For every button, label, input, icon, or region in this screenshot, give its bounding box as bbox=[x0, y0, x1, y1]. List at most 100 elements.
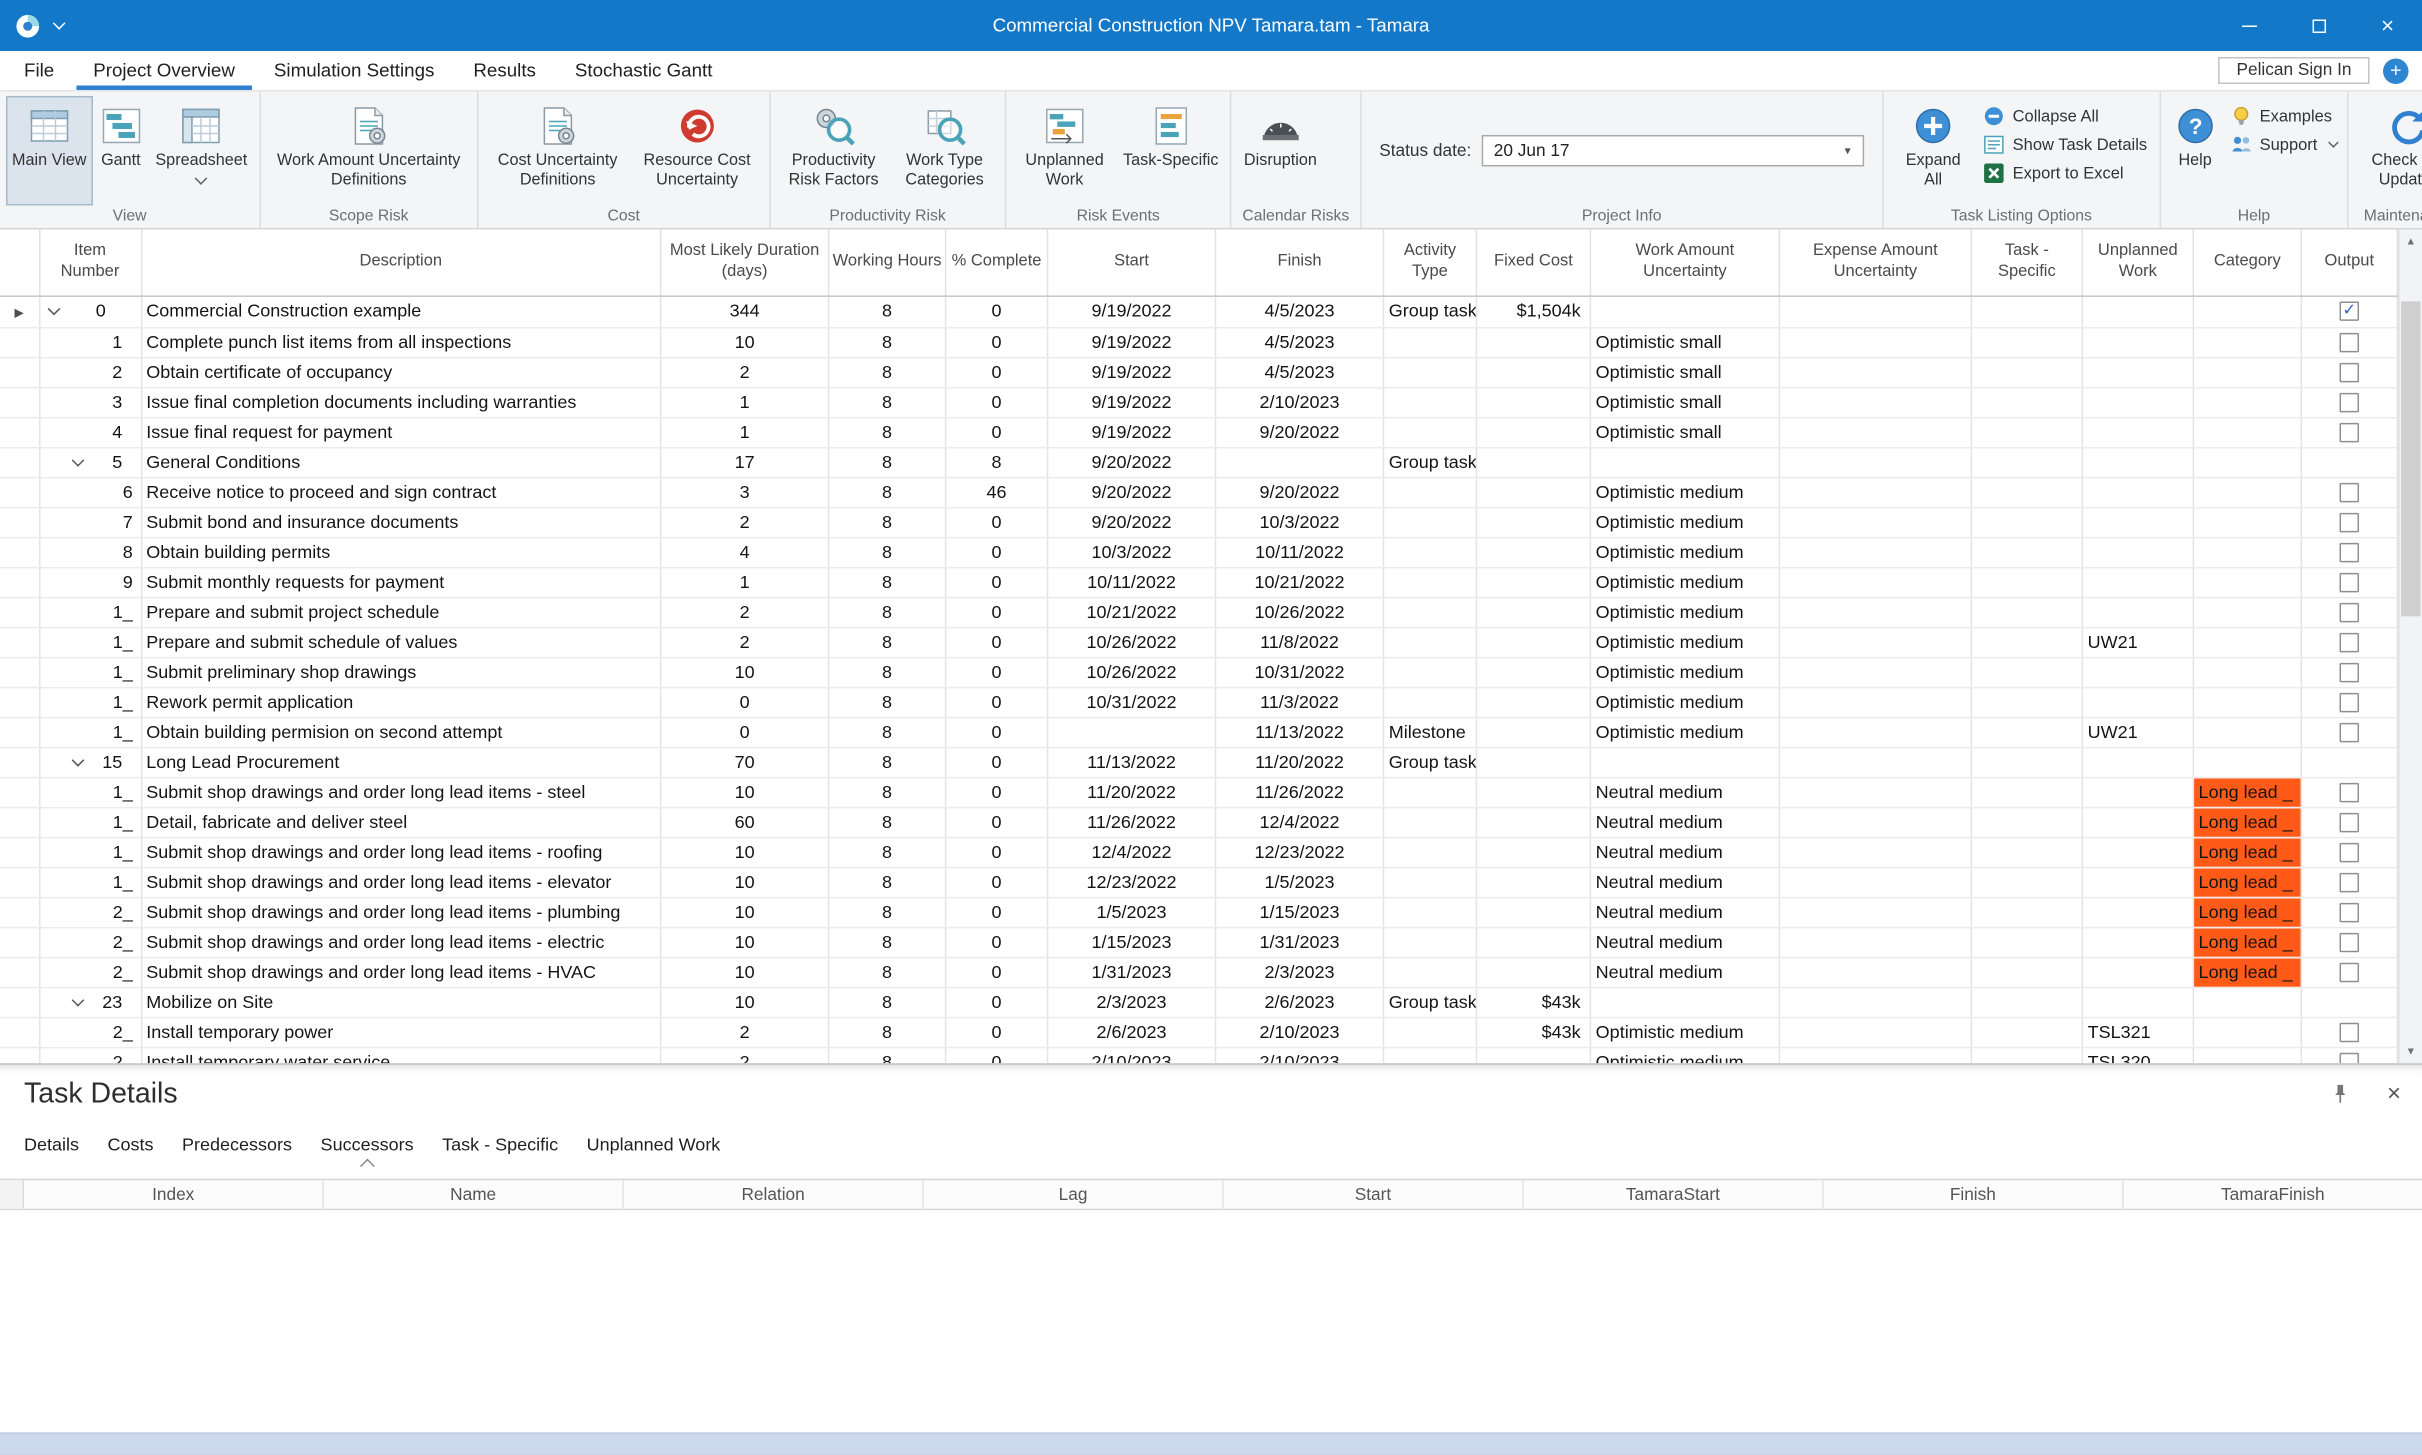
cell-working-hours[interactable]: 8 bbox=[829, 417, 946, 447]
cell-working-hours[interactable]: 8 bbox=[829, 897, 946, 927]
cell-item-number[interactable]: 1_ bbox=[39, 687, 141, 717]
cell-item-number[interactable]: 1_ bbox=[39, 717, 141, 747]
cell-unplanned-work[interactable]: TSL321 bbox=[2082, 1017, 2193, 1047]
cell-percent-complete[interactable]: 0 bbox=[946, 1017, 1048, 1047]
cell-unplanned-work[interactable] bbox=[2082, 687, 2193, 717]
cell-category[interactable] bbox=[2193, 295, 2301, 326]
cell-task-specific[interactable] bbox=[1971, 687, 2082, 717]
details-tab-task-specific[interactable]: Task - Specific bbox=[442, 1134, 558, 1155]
cell-description[interactable]: Mobilize on Site bbox=[141, 987, 661, 1017]
cell-task-specific[interactable] bbox=[1971, 357, 2082, 387]
cell-output[interactable] bbox=[2301, 327, 2397, 357]
output-checkbox[interactable] bbox=[2340, 963, 2359, 982]
cell-finish[interactable] bbox=[1216, 447, 1384, 477]
ribbon-button-examples[interactable]: Examples bbox=[2230, 105, 2336, 127]
cell-unplanned-work[interactable] bbox=[2082, 597, 2193, 627]
cell-working-hours[interactable]: 8 bbox=[829, 987, 946, 1017]
cell-duration[interactable]: 10 bbox=[661, 987, 829, 1017]
cell-output[interactable] bbox=[2301, 627, 2397, 657]
cell-start[interactable]: 11/20/2022 bbox=[1048, 777, 1216, 807]
cell-fixed-cost[interactable] bbox=[1476, 417, 1590, 447]
cell-expense-amount-uncertainty[interactable] bbox=[1779, 567, 1971, 597]
cell-description[interactable]: Obtain building permits bbox=[141, 537, 661, 567]
cell-category[interactable] bbox=[2193, 687, 2301, 717]
cell-start[interactable]: 9/19/2022 bbox=[1048, 295, 1216, 326]
cell-description[interactable]: Submit preliminary shop drawings bbox=[141, 657, 661, 687]
cell-working-hours[interactable]: 8 bbox=[829, 927, 946, 957]
cell-start[interactable]: 11/13/2022 bbox=[1048, 747, 1216, 777]
maximize-button[interactable] bbox=[2284, 0, 2353, 51]
cell-fixed-cost[interactable] bbox=[1476, 477, 1590, 507]
cell-unplanned-work[interactable] bbox=[2082, 537, 2193, 567]
cell-category[interactable]: Long lead _ bbox=[2193, 807, 2301, 837]
cell-duration[interactable]: 10 bbox=[661, 927, 829, 957]
output-checkbox[interactable] bbox=[2340, 663, 2359, 682]
cell-work-amount-uncertainty[interactable] bbox=[1590, 987, 1779, 1017]
cell-duration[interactable]: 10 bbox=[661, 777, 829, 807]
cell-work-amount-uncertainty[interactable]: Optimistic medium bbox=[1590, 687, 1779, 717]
cell-percent-complete[interactable]: 0 bbox=[946, 987, 1048, 1017]
cell-finish[interactable]: 4/5/2023 bbox=[1216, 357, 1384, 387]
cell-percent-complete[interactable]: 0 bbox=[946, 597, 1048, 627]
cell-item-number[interactable]: 9 bbox=[39, 567, 141, 597]
cell-output[interactable] bbox=[2301, 927, 2397, 957]
cell-activity-type[interactable] bbox=[1383, 1047, 1476, 1063]
cell-percent-complete[interactable]: 0 bbox=[946, 537, 1048, 567]
cell-fixed-cost[interactable] bbox=[1476, 597, 1590, 627]
cell-activity-type[interactable]: Group task bbox=[1383, 295, 1476, 326]
cell-description[interactable]: General Conditions bbox=[141, 447, 661, 477]
details-tab-predecessors[interactable]: Predecessors bbox=[182, 1134, 292, 1155]
cell-fixed-cost[interactable] bbox=[1476, 387, 1590, 417]
cell-working-hours[interactable]: 8 bbox=[829, 837, 946, 867]
output-checkbox[interactable] bbox=[2340, 633, 2359, 652]
cell-output[interactable] bbox=[2301, 357, 2397, 387]
cell-unplanned-work[interactable] bbox=[2082, 567, 2193, 597]
cell-task-specific[interactable] bbox=[1971, 627, 2082, 657]
cell-item-number[interactable]: 2_ bbox=[39, 1047, 141, 1063]
cell-fixed-cost[interactable]: $1,504k bbox=[1476, 295, 1590, 326]
cell-percent-complete[interactable]: 0 bbox=[946, 1047, 1048, 1063]
details-tab-costs[interactable]: Costs bbox=[108, 1134, 154, 1155]
column-header-start[interactable]: Start bbox=[1048, 229, 1216, 295]
cell-finish[interactable]: 1/15/2023 bbox=[1216, 897, 1384, 927]
cell-working-hours[interactable]: 8 bbox=[829, 777, 946, 807]
cell-work-amount-uncertainty[interactable]: Optimistic medium bbox=[1590, 477, 1779, 507]
scroll-down-icon[interactable]: ▼ bbox=[2400, 1039, 2422, 1063]
cell-category[interactable] bbox=[2193, 1017, 2301, 1047]
cell-unplanned-work[interactable] bbox=[2082, 295, 2193, 326]
cell-output[interactable] bbox=[2301, 597, 2397, 627]
cell-activity-type[interactable]: Group task bbox=[1383, 447, 1476, 477]
cell-fixed-cost[interactable] bbox=[1476, 627, 1590, 657]
output-checkbox[interactable] bbox=[2340, 603, 2359, 622]
cell-work-amount-uncertainty[interactable]: Optimistic medium bbox=[1590, 627, 1779, 657]
cell-finish[interactable]: 12/23/2022 bbox=[1216, 837, 1384, 867]
cell-work-amount-uncertainty[interactable] bbox=[1590, 747, 1779, 777]
cell-expense-amount-uncertainty[interactable] bbox=[1779, 387, 1971, 417]
ribbon-button-work-type-categories[interactable]: Work Type Categories bbox=[891, 96, 999, 205]
cell-task-specific[interactable] bbox=[1971, 1047, 2082, 1063]
cell-description[interactable]: Submit shop drawings and order long lead… bbox=[141, 777, 661, 807]
cell-working-hours[interactable]: 8 bbox=[829, 597, 946, 627]
cell-duration[interactable]: 2 bbox=[661, 597, 829, 627]
successors-column-tamarafinish[interactable]: TamaraFinish bbox=[2124, 1180, 2422, 1208]
cell-activity-type[interactable] bbox=[1383, 387, 1476, 417]
cell-fixed-cost[interactable] bbox=[1476, 897, 1590, 927]
successors-column-lag[interactable]: Lag bbox=[924, 1180, 1224, 1208]
cell-category[interactable] bbox=[2193, 717, 2301, 747]
cell-fixed-cost[interactable] bbox=[1476, 957, 1590, 987]
cell-duration[interactable]: 0 bbox=[661, 687, 829, 717]
cell-activity-type[interactable] bbox=[1383, 597, 1476, 627]
cell-item-number[interactable]: 7 bbox=[39, 507, 141, 537]
cell-activity-type[interactable] bbox=[1383, 777, 1476, 807]
cell-category[interactable] bbox=[2193, 507, 2301, 537]
cell-output[interactable] bbox=[2301, 717, 2397, 747]
cell-percent-complete[interactable]: 0 bbox=[946, 837, 1048, 867]
cell-duration[interactable]: 4 bbox=[661, 537, 829, 567]
cell-fixed-cost[interactable] bbox=[1476, 657, 1590, 687]
cell-item-number[interactable]: 2_ bbox=[39, 897, 141, 927]
status-date-combobox[interactable]: 20 Jun 17 ▾ bbox=[1482, 135, 1864, 166]
cell-output[interactable] bbox=[2301, 1047, 2397, 1063]
cell-start[interactable]: 10/26/2022 bbox=[1048, 657, 1216, 687]
cell-category[interactable]: Long lead _ bbox=[2193, 957, 2301, 987]
cell-activity-type[interactable] bbox=[1383, 627, 1476, 657]
